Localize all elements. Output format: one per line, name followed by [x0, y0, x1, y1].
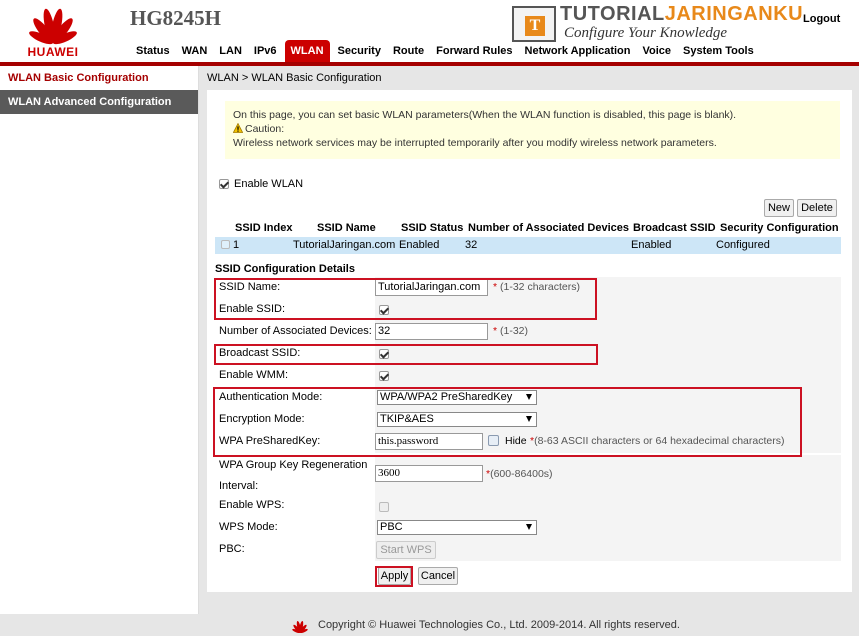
new-button[interactable]: New [764, 199, 794, 217]
brand-name: HUAWEI [27, 45, 79, 59]
chevron-down-icon [526, 524, 532, 530]
nav-lan[interactable]: LAN [213, 40, 248, 62]
caution-label: Caution: [245, 123, 285, 135]
cell-ssid-name: TutorialJaringan.com [293, 239, 396, 251]
col-assoc-devices: Number of Associated Devices [468, 222, 629, 234]
cancel-button[interactable]: Cancel [418, 567, 458, 585]
sidebar: WLAN Basic Configuration WLAN Advanced C… [0, 66, 199, 614]
footer: Copyright © Huawei Technologies Co., Ltd… [0, 614, 859, 636]
notice-caution: Caution: [233, 122, 832, 136]
table-header-row: SSID Index SSID Name SSID Status Number … [215, 220, 841, 237]
cell-security-config: Configured [716, 239, 770, 251]
pbc-label: PBC: [219, 543, 245, 555]
enable-wlan-label: Enable WLAN [234, 178, 304, 190]
cell-broadcast-ssid: Enabled [631, 239, 672, 251]
wps-mode-select[interactable]: PBC [377, 520, 537, 535]
assoc-devices-input[interactable]: 32 [375, 323, 488, 340]
col-ssid-index: SSID Index [235, 222, 293, 234]
cell-ssid-status: Enabled [399, 239, 440, 251]
watermark-letter: T [525, 16, 545, 36]
nav-ipv6[interactable]: IPv6 [248, 40, 283, 62]
table-row[interactable]: 1 TutorialJaringan.com Enabled 32 Enable… [215, 237, 841, 254]
logout-link[interactable]: Logout [803, 13, 840, 25]
highlight-ssid-section [214, 278, 597, 320]
huawei-logo: HUAWEI [20, 3, 86, 59]
pbc-row: PBC: Start WPS [215, 539, 841, 561]
col-ssid-status: SSID Status [401, 222, 464, 234]
sidebar-item-wlan-advanced[interactable]: WLAN Advanced Configuration [0, 90, 198, 114]
group-key-hint-text: (600-86400s) [490, 468, 553, 480]
enable-wmm-row: Enable WMM: [215, 365, 841, 387]
nav-status[interactable]: Status [130, 40, 176, 62]
col-security-config: Security Configuration [720, 222, 839, 234]
nav-wan[interactable]: WAN [176, 40, 214, 62]
breadcrumb: WLAN > WLAN Basic Configuration [207, 72, 382, 84]
nav-forward-rules[interactable]: Forward Rules [430, 40, 518, 62]
cell-ssid-index: 1 [233, 239, 240, 251]
col-ssid-name: SSID Name [317, 222, 376, 234]
wps-mode-label: WPS Mode: [219, 521, 278, 533]
top-nav: Status WAN LAN IPv6 WLAN Security Route … [130, 40, 760, 62]
assoc-devices-hint-text: (1-32) [497, 325, 529, 337]
nav-network-application[interactable]: Network Application [519, 40, 637, 62]
enable-wlan-checkbox[interactable] [219, 179, 229, 190]
nav-route[interactable]: Route [387, 40, 430, 62]
highlight-security-section [213, 387, 802, 457]
nav-security[interactable]: Security [332, 40, 387, 62]
group-key-row: WPA Group Key Regeneration Interval: 360… [215, 455, 841, 495]
row-select-checkbox[interactable] [221, 240, 230, 249]
huawei-flower-icon [29, 8, 77, 45]
watermark-title-a: TUTORIAL [560, 3, 665, 25]
actions-row: Apply Cancel [215, 565, 841, 587]
assoc-devices-label: Number of Associated Devices: [219, 325, 372, 337]
ssid-details-title: SSID Configuration Details [215, 263, 355, 275]
delete-button[interactable]: Delete [797, 199, 837, 217]
sidebar-item-wlan-basic[interactable]: WLAN Basic Configuration [0, 66, 198, 90]
notice-text: On this page, you can set basic WLAN par… [233, 109, 737, 121]
watermark-title-b: JARINGANKU [664, 3, 804, 25]
assoc-devices-row: Number of Associated Devices: 32 * (1-32… [215, 321, 841, 343]
group-key-hint: *(600-86400s) [486, 468, 553, 480]
highlight-broadcast-ssid [214, 344, 598, 365]
nav-voice[interactable]: Voice [636, 40, 677, 62]
wps-mode-selected: PBC [380, 521, 403, 533]
watermark-logo: T TUTORIALJARINGANKU Configure Your Know… [512, 3, 803, 43]
ssid-table: SSID Index SSID Name SSID Status Number … [215, 220, 841, 254]
enable-wps-checkbox[interactable] [379, 502, 389, 512]
notice-warning-text: Wireless network services may be interru… [233, 137, 717, 149]
actions-cell: Apply Cancel [375, 565, 841, 587]
group-key-value-cell: 3600 *(600-86400s) [375, 455, 841, 495]
group-key-label-line2: Interval: [219, 480, 259, 492]
enable-wmm-value-cell [375, 365, 841, 387]
nav-wlan[interactable]: WLAN [284, 40, 330, 62]
pbc-value-cell: Start WPS [375, 539, 841, 561]
wps-mode-row: WPS Mode: PBC [215, 517, 841, 539]
info-notice: On this page, you can set basic WLAN par… [225, 101, 840, 159]
device-model: HG8245H [130, 6, 222, 30]
huawei-footer-icon [292, 620, 308, 633]
group-key-input[interactable]: 3600 [375, 465, 483, 482]
enable-wlan-row: Enable WLAN [219, 178, 303, 190]
highlight-apply-button [375, 566, 413, 587]
assoc-devices-hint: * (1-32) [493, 325, 528, 337]
enable-wps-value-cell [375, 495, 841, 517]
copyright-text: Copyright © Huawei Technologies Co., Ltd… [318, 619, 680, 631]
enable-wmm-label: Enable WMM: [219, 369, 289, 381]
group-key-label-line1: WPA Group Key Regeneration [219, 459, 368, 471]
enable-wps-label: Enable WPS: [219, 499, 285, 511]
watermark-box: T [512, 6, 556, 42]
header: HUAWEI HG8245H T TUTORIALJARINGANKU Conf… [0, 0, 859, 62]
cell-assoc-devices: 32 [465, 239, 478, 251]
warning-icon [233, 123, 243, 133]
col-broadcast-ssid: Broadcast SSID [633, 222, 716, 234]
enable-wps-row: Enable WPS: [215, 495, 841, 517]
enable-wmm-checkbox[interactable] [379, 371, 389, 381]
assoc-devices-value-cell: 32 * (1-32) [375, 321, 841, 343]
nav-system-tools[interactable]: System Tools [677, 40, 760, 62]
watermark-title: TUTORIALJARINGANKU [560, 3, 803, 26]
start-wps-button[interactable]: Start WPS [376, 541, 436, 559]
wps-mode-value-cell: PBC [375, 517, 841, 539]
